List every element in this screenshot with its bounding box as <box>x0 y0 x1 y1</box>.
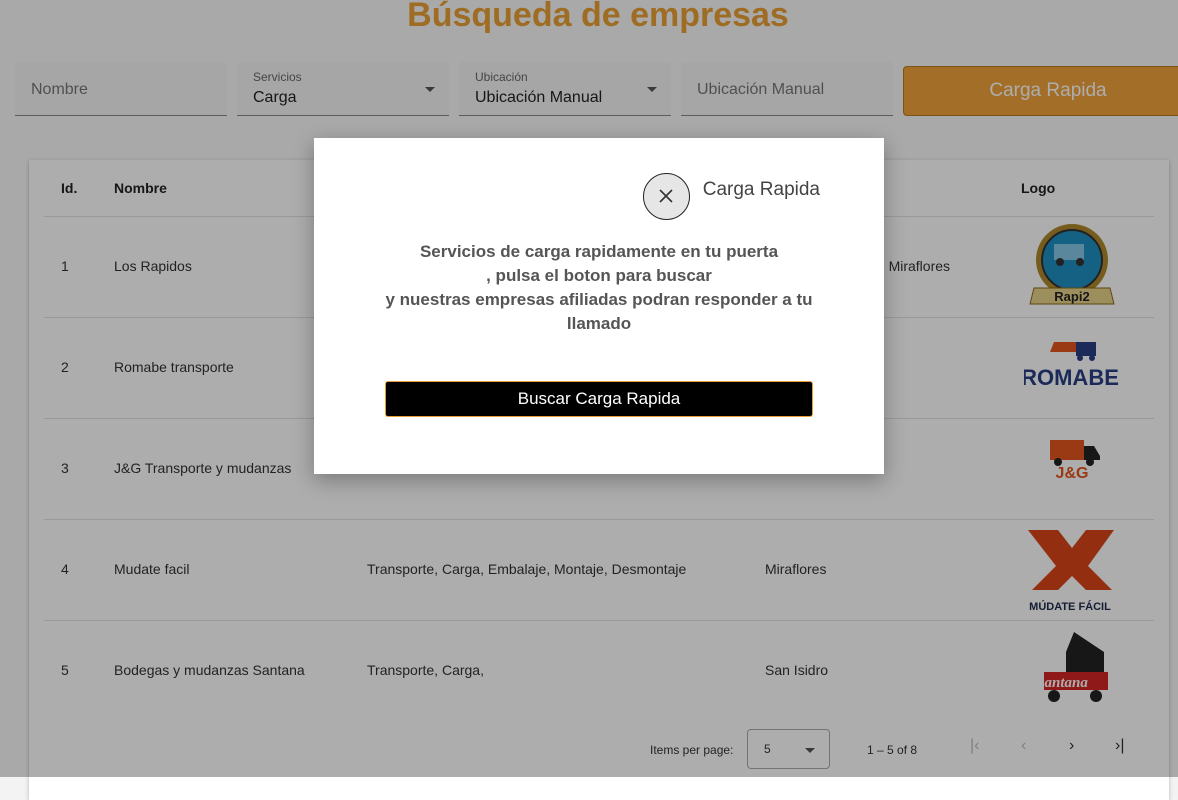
dialog-message-line: , pulsa el boton para buscar <box>486 266 712 285</box>
dialog-message-line: llamado <box>566 314 632 333</box>
dialog-message: Servicios de carga rapidamente en tu pue… <box>362 240 836 336</box>
dialog-message-line: Servicios de carga rapidamente en tu pue… <box>419 242 779 261</box>
carga-rapida-dialog: Carga Rapida Servicios de carga rapidame… <box>314 138 884 474</box>
close-icon-glyph <box>659 189 673 203</box>
dialog-title: Carga Rapida <box>702 179 820 200</box>
dialog-message-line: y nuestras empresas afiliadas podran res… <box>385 290 813 309</box>
close-icon[interactable] <box>643 173 690 220</box>
buscar-carga-rapida-button[interactable]: Buscar Carga Rapida <box>385 381 813 417</box>
